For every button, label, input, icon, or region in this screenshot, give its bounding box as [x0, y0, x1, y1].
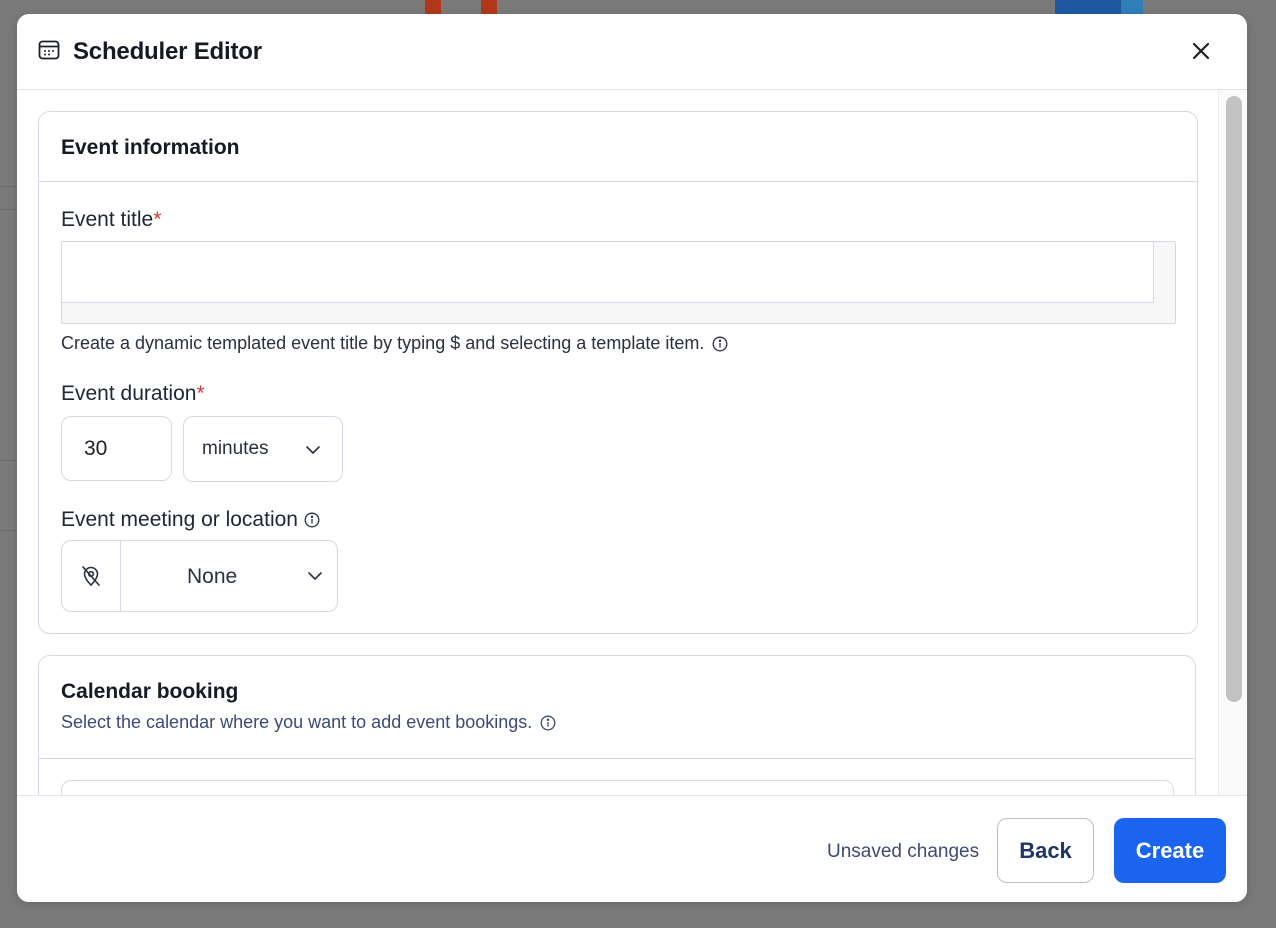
calendar-booking-subtitle-text: Select the calendar where you want to ad… [61, 712, 533, 732]
modal-title: Scheduler Editor [73, 38, 262, 65]
event-title-field [61, 241, 1176, 324]
event-duration-label: Event duration* [61, 382, 205, 406]
unsaved-changes-status: Unsaved changes [827, 841, 980, 862]
scheduler-editor-modal: Scheduler Editor Event information Event… [17, 14, 1247, 902]
event-title-label-text: Event title [61, 208, 154, 231]
event-information-card: Event information Event title* Create a … [38, 111, 1198, 634]
background-shape-red [425, 0, 497, 14]
background-divider [0, 460, 17, 461]
modal-header: Scheduler Editor [17, 14, 1247, 90]
background-divider [0, 186, 17, 187]
event-location-label-text: Event meeting or location [61, 508, 298, 531]
required-mark: * [196, 382, 205, 405]
event-location-select[interactable]: None [61, 540, 338, 612]
modal-footer: Unsaved changes Back Create [17, 795, 1247, 902]
duration-input[interactable] [61, 416, 172, 481]
calendar-select[interactable] [61, 780, 1174, 795]
event-title-help-text: Create a dynamic templated event title b… [61, 333, 705, 353]
chevron-down-icon [306, 446, 320, 454]
event-location-value: None [187, 565, 238, 588]
info-icon[interactable] [540, 715, 556, 731]
required-mark: * [153, 208, 162, 231]
info-icon[interactable] [304, 512, 320, 528]
create-button[interactable]: Create [1114, 818, 1226, 883]
event-duration-label-text: Event duration [61, 382, 197, 405]
calendar-booking-card: Calendar booking Select the calendar whe… [38, 655, 1196, 795]
background-shape-blue [1055, 0, 1143, 14]
event-location-label: Event meeting or location [61, 508, 320, 532]
calendar-booking-title: Calendar booking [61, 680, 239, 703]
info-icon[interactable] [712, 336, 728, 352]
duration-unit-value: minutes [202, 438, 269, 459]
card-divider [39, 758, 1195, 759]
close-icon[interactable] [1189, 39, 1213, 63]
event-title-help: Create a dynamic templated event title b… [61, 333, 728, 354]
duration-unit-select[interactable]: minutes [183, 416, 343, 482]
location-icon-cell [62, 541, 121, 611]
scrollbar-thumb[interactable] [1226, 96, 1242, 702]
location-off-icon [82, 566, 100, 586]
calendar-booking-subtitle: Select the calendar where you want to ad… [61, 712, 556, 733]
calendar-icon [38, 40, 60, 60]
background-divider [0, 209, 17, 210]
background-divider [0, 530, 17, 531]
event-title-label: Event title* [61, 208, 161, 232]
chevron-down-icon [308, 572, 322, 580]
event-title-input[interactable] [62, 242, 1154, 303]
scrollbar-track[interactable] [1218, 90, 1247, 795]
event-information-title: Event information [61, 136, 240, 159]
back-button[interactable]: Back [997, 818, 1094, 883]
modal-body[interactable]: Event information Event title* Create a … [17, 90, 1218, 795]
card-header: Event information [39, 112, 1197, 182]
